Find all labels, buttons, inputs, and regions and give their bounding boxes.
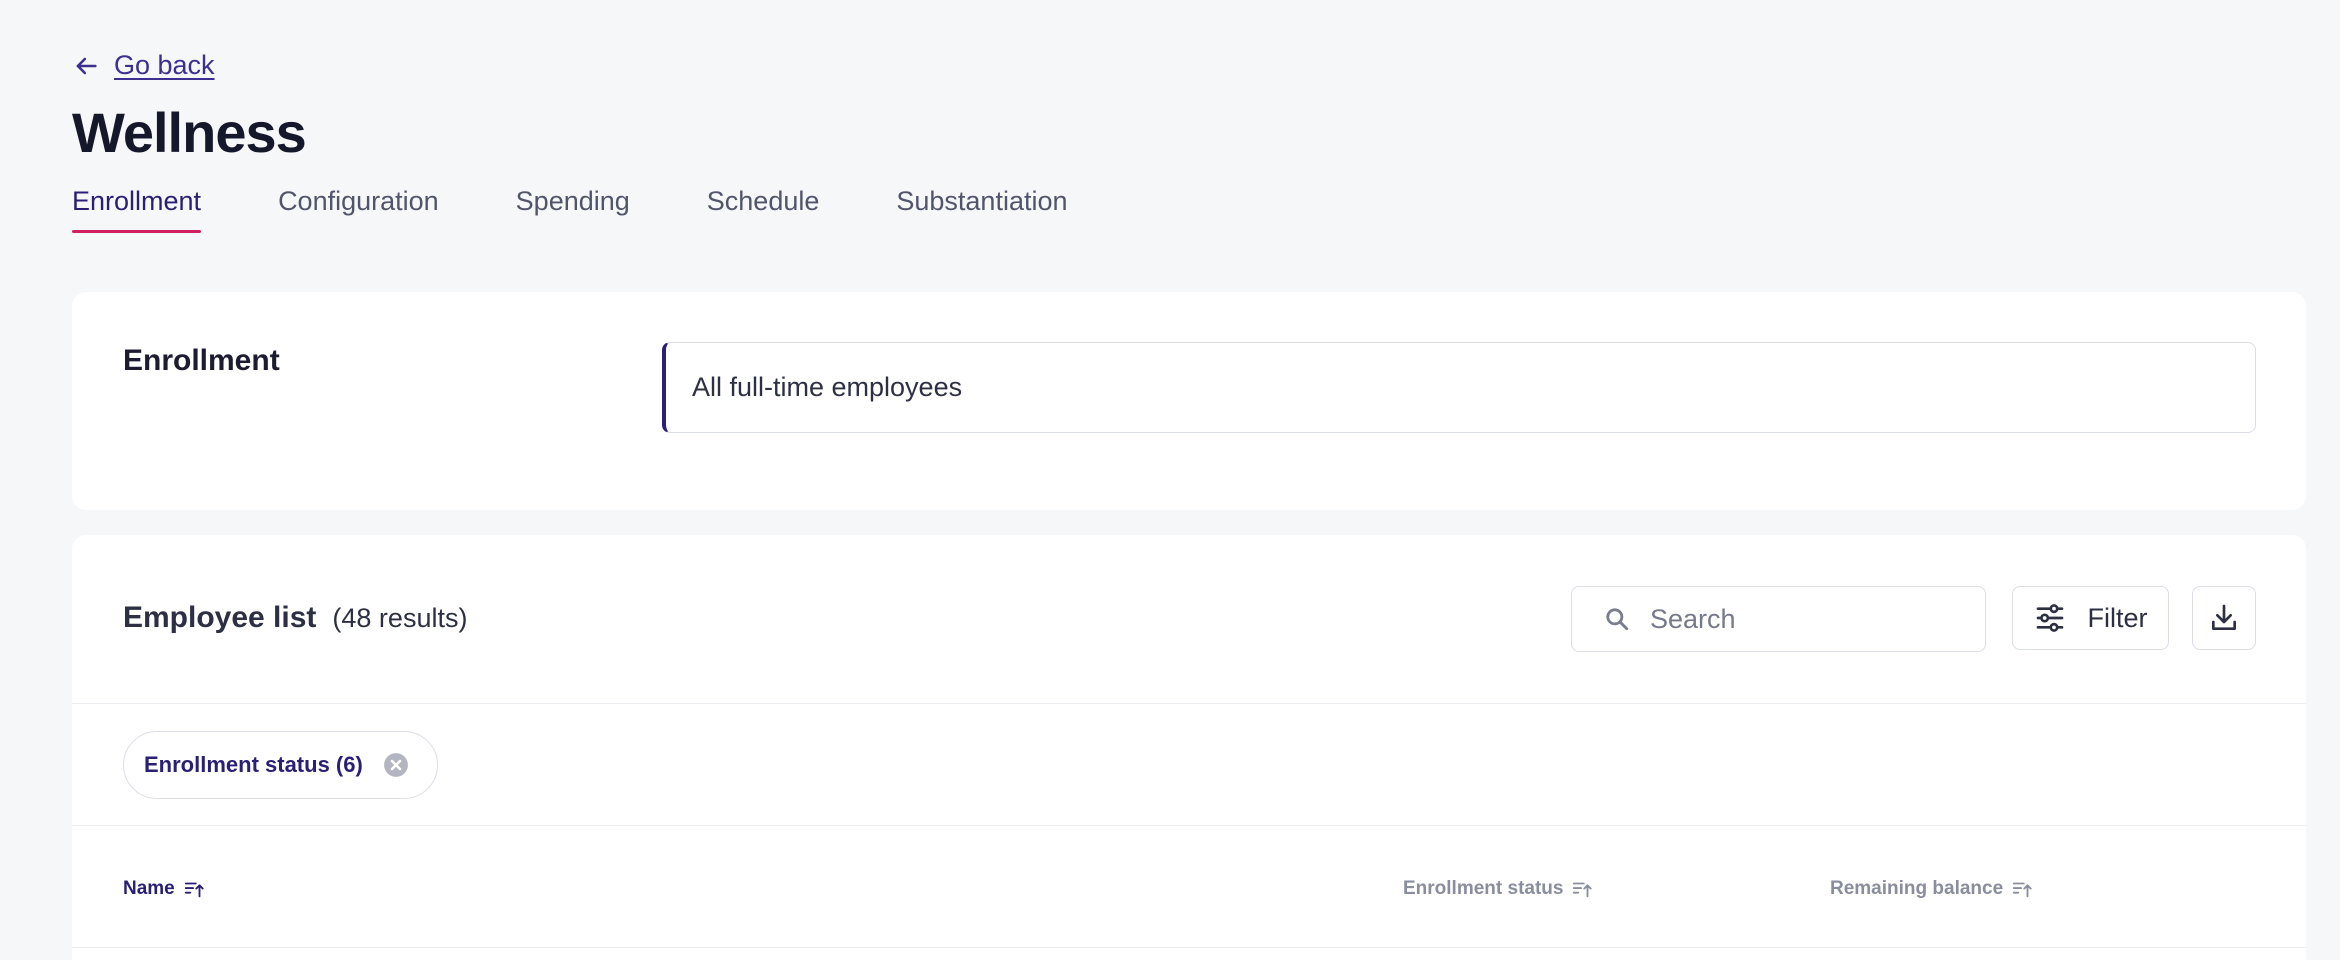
column-header-name[interactable]: Name <box>123 878 205 900</box>
enrollment-status-filter-chip[interactable]: Enrollment status (6) <box>123 731 438 799</box>
tab-configuration[interactable]: Configuration <box>278 186 439 233</box>
divider <box>72 825 2306 826</box>
column-label-name: Name <box>123 878 175 899</box>
employee-list-header: Employee list (48 results) <box>123 601 467 635</box>
arrow-left-icon <box>76 57 97 74</box>
go-back-label: Go back <box>114 50 215 80</box>
download-icon <box>2212 604 2236 630</box>
filter-button[interactable]: Filter <box>2012 586 2169 650</box>
column-header-remaining-balance[interactable]: Remaining balance <box>1830 878 2033 900</box>
search-icon <box>1606 608 1629 631</box>
download-button[interactable] <box>2192 586 2256 650</box>
page-title: Wellness <box>72 101 307 164</box>
employee-list-title: Employee list <box>123 601 317 634</box>
tab-spending[interactable]: Spending <box>516 186 630 233</box>
enrollment-card: Enrollment All full-time employees <box>72 292 2306 510</box>
go-back-link[interactable]: Go back <box>72 50 215 81</box>
column-header-enrollment-status[interactable]: Enrollment status <box>1403 878 1593 900</box>
sort-ascending-icon <box>2013 882 2032 898</box>
enrollment-label: Enrollment <box>123 344 280 377</box>
tab-bar: Enrollment Configuration Spending Schedu… <box>72 186 1145 233</box>
sort-ascending-icon <box>1573 882 1593 898</box>
filter-label: Filter <box>2087 602 2148 633</box>
sliders-icon <box>2036 604 2063 632</box>
enrollment-value: All full-time employees <box>662 342 2256 433</box>
page: Go back Wellness Enrollment Configuratio… <box>0 0 2340 960</box>
column-label-enrollment-status: Enrollment status <box>1403 878 1564 899</box>
sort-ascending-icon <box>184 882 204 898</box>
tab-enrollment[interactable]: Enrollment <box>72 186 202 233</box>
employee-list-card: Employee list (48 results) Filter <box>72 535 2306 960</box>
tab-schedule[interactable]: Schedule <box>707 186 820 233</box>
column-label-remaining-balance: Remaining balance <box>1830 878 2004 899</box>
divider <box>72 703 2306 704</box>
filter-chip-label: Enrollment status (6) <box>144 752 363 777</box>
results-count: (48 results) <box>332 603 468 633</box>
divider <box>72 947 2306 948</box>
remove-filter-icon[interactable] <box>383 752 409 778</box>
search-input[interactable] <box>1650 603 1930 635</box>
tab-substantiation[interactable]: Substantiation <box>896 186 1067 233</box>
search-box[interactable] <box>1571 586 1986 652</box>
